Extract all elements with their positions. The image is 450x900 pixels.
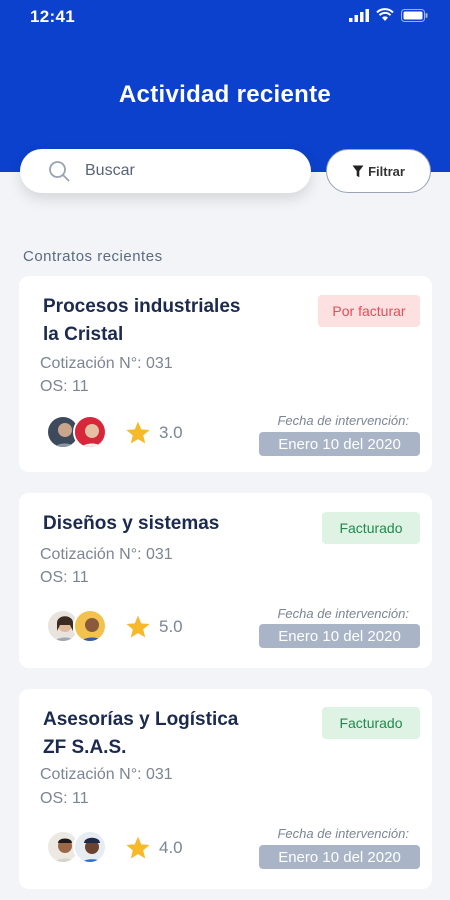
section-title: Contratos recientes (23, 248, 163, 265)
header-bar: 12:41 Actividad reciente (0, 0, 450, 172)
rating: 4.0 (125, 835, 183, 861)
quote-number: Cotización N°: 031 (40, 766, 173, 783)
status-badge: Facturado (322, 707, 420, 739)
status-badge: Por facturar (318, 295, 420, 327)
contract-title: Diseños y sistemas (43, 510, 293, 538)
avatar (73, 415, 107, 449)
date-label: Fecha de intervención: (277, 826, 409, 841)
status-icons (349, 8, 428, 22)
status-time: 12:41 (30, 7, 75, 26)
os-number: OS: 11 (40, 378, 89, 395)
rating-value: 4.0 (159, 838, 183, 857)
rating: 3.0 (125, 420, 183, 446)
star-icon (126, 615, 150, 638)
quote-number: Cotización N°: 031 (40, 546, 173, 563)
rating-value: 3.0 (159, 423, 183, 442)
page-title: Actividad reciente (118, 81, 332, 108)
contract-card[interactable]: Asesorías y Logística ZF S.A.S. Facturad… (19, 689, 432, 889)
date-chip: Enero 10 del 2020 (259, 432, 420, 456)
search-icon (49, 161, 70, 182)
contract-title-line: Diseños y sistemas (43, 513, 220, 534)
date-label: Fecha de intervención: (277, 606, 409, 621)
star-icon (126, 421, 150, 444)
date-chip: Enero 10 del 2020 (259, 845, 420, 869)
quote-number: Cotización N°: 031 (40, 355, 173, 372)
avatar (73, 609, 107, 643)
avatar (73, 830, 107, 864)
star-icon (126, 836, 150, 859)
rating-value: 5.0 (159, 617, 183, 636)
filter-icon (352, 165, 364, 177)
os-number: OS: 11 (40, 569, 89, 586)
avatar-group (46, 415, 107, 449)
contract-title-line: Asesorías y Logística (43, 709, 239, 730)
status-bar: 12:41 (0, 0, 450, 34)
os-number: OS: 11 (40, 790, 89, 807)
date-chip: Enero 10 del 2020 (259, 624, 420, 648)
avatar-group (46, 609, 107, 643)
contract-title: Asesorías y Logística ZF S.A.S. (43, 706, 293, 762)
avatar-group (46, 830, 107, 864)
contract-title-line: Procesos industriales (43, 296, 241, 317)
search-box[interactable] (20, 149, 311, 193)
filter-label: Filtrar (368, 163, 405, 179)
wifi-icon (376, 8, 394, 21)
signal-icon (349, 8, 369, 22)
contract-card[interactable]: Diseños y sistemas Facturado Cotización … (19, 493, 432, 668)
contract-title: Procesos industriales la Cristal (43, 293, 293, 349)
contract-card[interactable]: Procesos industriales la Cristal Por fac… (19, 276, 432, 472)
battery-icon (401, 8, 428, 22)
filter-button[interactable]: Filtrar (326, 149, 431, 193)
rating: 5.0 (125, 614, 183, 640)
contract-title-line: ZF S.A.S. (43, 737, 127, 758)
contract-title-line: la Cristal (43, 324, 124, 345)
date-label: Fecha de intervención: (277, 413, 409, 428)
search-input[interactable] (85, 162, 275, 180)
status-badge: Facturado (322, 512, 420, 544)
